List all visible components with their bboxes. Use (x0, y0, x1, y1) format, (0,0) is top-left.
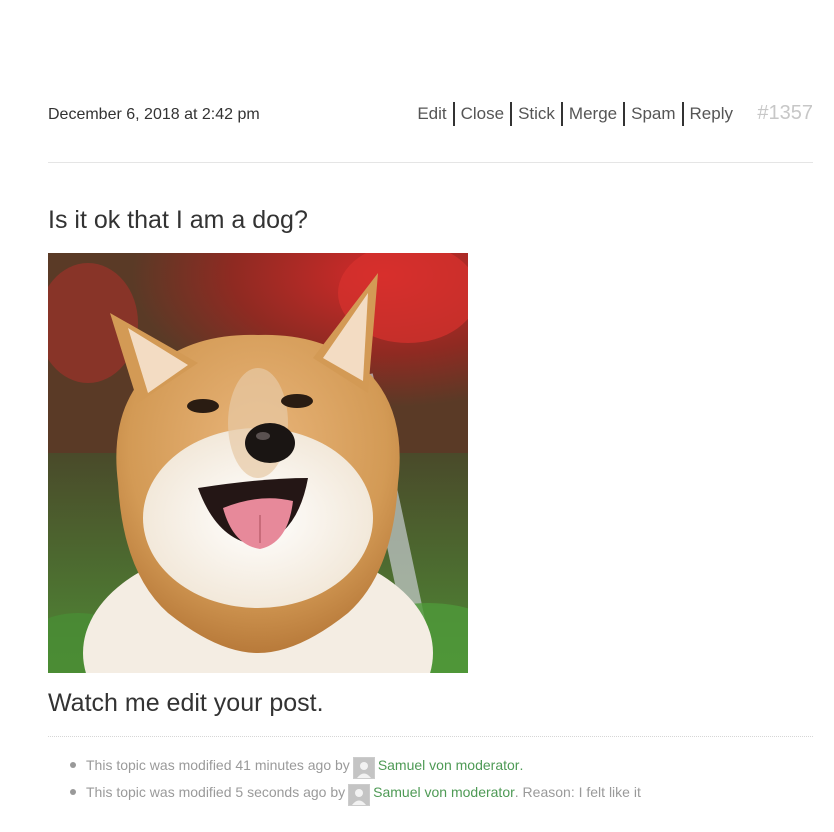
reply-link[interactable]: Reply (684, 103, 739, 125)
avatar[interactable] (348, 783, 371, 806)
topic-admin-links: Edit Close Stick Merge Spam Reply (411, 102, 739, 126)
merge-link[interactable]: Merge (563, 103, 623, 125)
post-body-text: Watch me edit your post. (48, 689, 324, 717)
shiba-inu-photo (48, 253, 468, 673)
revision-item: This topic was modified 41 minutes ago b… (70, 751, 641, 779)
revision-log: This topic was modified 41 minutes ago b… (70, 751, 641, 806)
bullet-icon (70, 761, 76, 768)
spam-link[interactable]: Spam (625, 103, 681, 125)
bullet-icon (70, 788, 76, 795)
close-link[interactable]: Close (455, 103, 510, 125)
avatar[interactable] (352, 756, 375, 779)
revision-divider (48, 736, 813, 737)
post-header: December 6, 2018 at 2:42 pm Edit Close S… (48, 96, 813, 136)
edit-link[interactable]: Edit (411, 103, 452, 125)
author-link[interactable]: Samuel von moderator (373, 784, 515, 800)
revision-text: This topic was modified 41 minutes ago b… (86, 756, 350, 773)
post-date: December 6, 2018 at 2:42 pm (48, 106, 260, 123)
header-divider (48, 162, 813, 163)
stick-link[interactable]: Stick (512, 103, 561, 125)
author-link[interactable]: Samuel von moderator (378, 757, 520, 773)
revision-text: This topic was modified 5 seconds ago by (86, 783, 346, 800)
post-permalink[interactable]: #1357 (757, 102, 813, 125)
revision-suffix: . (519, 756, 524, 773)
post-title: Is it ok that I am a dog? (48, 206, 308, 234)
revision-reason: . Reason: I felt like it (514, 783, 641, 800)
revision-item: This topic was modified 5 seconds ago by… (70, 778, 641, 806)
